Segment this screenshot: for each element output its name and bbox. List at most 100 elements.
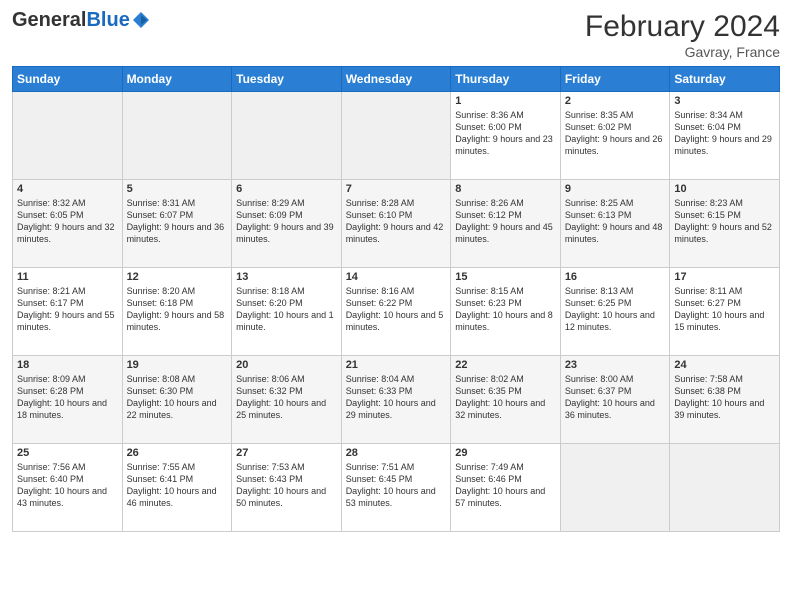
week-row-3: 18Sunrise: 8:09 AM Sunset: 6:28 PM Dayli…	[13, 356, 780, 444]
calendar-cell: 20 Sunrise: 8:06 AM Sunset: 6:32 PM Dayli…	[232, 356, 342, 444]
calendar-cell: 29 Sunrise: 7:49 AM Sunset: 6:46 PM Dayli…	[451, 444, 561, 532]
day-number: 19	[127, 359, 228, 371]
day-number: 23	[565, 359, 666, 371]
calendar-cell: 8 Sunrise: 8:26 AM Sunset: 6:12 PM Daylig…	[451, 180, 561, 268]
day-number: 6	[236, 183, 337, 195]
calendar-cell: 4 Sunrise: 8:32 AM Sunset: 6:05 PM Daylig…	[13, 180, 123, 268]
day-number: 4	[17, 183, 118, 195]
day-number: 3	[674, 95, 775, 107]
week-row-0: 1Sunrise: 8:36 AM Sunset: 6:00 PM Daylig…	[13, 92, 780, 180]
day-number: 11	[17, 271, 118, 283]
day-number: 27	[236, 447, 337, 459]
col-wednesday: Wednesday	[341, 67, 451, 92]
logo-text: GeneralBlue	[12, 10, 130, 30]
day-info: Sunrise: 7:51 AM Sunset: 6:45 PM Dayligh…	[346, 461, 447, 510]
day-info: Sunrise: 8:21 AM Sunset: 6:17 PM Dayligh…	[17, 285, 118, 334]
day-info: Sunrise: 8:29 AM Sunset: 6:09 PM Dayligh…	[236, 197, 337, 246]
calendar-cell: 14Sunrise: 8:16 AM Sunset: 6:22 PM Dayli…	[341, 268, 451, 356]
main-title: February 2024	[585, 10, 780, 44]
day-info: Sunrise: 8:06 AM Sunset: 6:32 PM Dayligh…	[236, 373, 337, 422]
day-info: Sunrise: 8:18 AM Sunset: 6:20 PM Dayligh…	[236, 285, 337, 334]
calendar-cell: 27 Sunrise: 7:53 AM Sunset: 6:43 PM Dayli…	[232, 444, 342, 532]
calendar-cell	[122, 92, 232, 180]
col-saturday: Saturday	[670, 67, 780, 92]
title-block: February 2024 Gavray, France	[585, 10, 780, 60]
calendar-cell: 7Sunrise: 8:28 AM Sunset: 6:10 PM Daylig…	[341, 180, 451, 268]
day-number: 21	[346, 359, 447, 371]
calendar-cell: 10Sunrise: 8:23 AM Sunset: 6:15 PM Dayli…	[670, 180, 780, 268]
week-row-4: 25 Sunrise: 7:56 AM Sunset: 6:40 PM Dayli…	[13, 444, 780, 532]
day-number: 7	[346, 183, 447, 195]
day-number: 2	[565, 95, 666, 107]
header-row: Sunday Monday Tuesday Wednesday Thursday…	[13, 67, 780, 92]
day-number: 28	[346, 447, 447, 459]
calendar-cell: 28 Sunrise: 7:51 AM Sunset: 6:45 PM Dayli…	[341, 444, 451, 532]
day-number: 16	[565, 271, 666, 283]
col-thursday: Thursday	[451, 67, 561, 92]
calendar-cell	[13, 92, 123, 180]
day-number: 17	[674, 271, 775, 283]
week-row-1: 4 Sunrise: 8:32 AM Sunset: 6:05 PM Daylig…	[13, 180, 780, 268]
calendar-cell: 12Sunrise: 8:20 AM Sunset: 6:18 PM Dayli…	[122, 268, 232, 356]
calendar-cell: 17 Sunrise: 8:11 AM Sunset: 6:27 PM Dayli…	[670, 268, 780, 356]
day-info: Sunrise: 7:53 AM Sunset: 6:43 PM Dayligh…	[236, 461, 337, 510]
day-info: Sunrise: 8:26 AM Sunset: 6:12 PM Dayligh…	[455, 197, 556, 246]
header: GeneralBlue February 2024 Gavray, France	[12, 10, 780, 60]
day-info: Sunrise: 8:35 AM Sunset: 6:02 PM Dayligh…	[565, 109, 666, 158]
day-info: Sunrise: 7:55 AM Sunset: 6:41 PM Dayligh…	[127, 461, 228, 510]
day-info: Sunrise: 8:13 AM Sunset: 6:25 PM Dayligh…	[565, 285, 666, 334]
calendar-cell: 22 Sunrise: 8:02 AM Sunset: 6:35 PM Dayli…	[451, 356, 561, 444]
day-info: Sunrise: 8:11 AM Sunset: 6:27 PM Dayligh…	[674, 285, 775, 334]
calendar-cell: 13Sunrise: 8:18 AM Sunset: 6:20 PM Dayli…	[232, 268, 342, 356]
logo-icon	[132, 11, 150, 29]
week-row-2: 11 Sunrise: 8:21 AM Sunset: 6:17 PM Dayli…	[13, 268, 780, 356]
day-number: 25	[17, 447, 118, 459]
day-info: Sunrise: 8:15 AM Sunset: 6:23 PM Dayligh…	[455, 285, 556, 334]
day-info: Sunrise: 7:58 AM Sunset: 6:38 PM Dayligh…	[674, 373, 775, 422]
calendar-cell: 15 Sunrise: 8:15 AM Sunset: 6:23 PM Dayli…	[451, 268, 561, 356]
calendar-cell: 11 Sunrise: 8:21 AM Sunset: 6:17 PM Dayli…	[13, 268, 123, 356]
subtitle: Gavray, France	[585, 44, 780, 60]
day-info: Sunrise: 8:04 AM Sunset: 6:33 PM Dayligh…	[346, 373, 447, 422]
calendar-cell	[341, 92, 451, 180]
calendar-cell	[670, 444, 780, 532]
calendar-cell	[560, 444, 670, 532]
day-number: 15	[455, 271, 556, 283]
day-number: 24	[674, 359, 775, 371]
day-number: 26	[127, 447, 228, 459]
day-info: Sunrise: 8:25 AM Sunset: 6:13 PM Dayligh…	[565, 197, 666, 246]
logo-general: General	[12, 9, 86, 31]
page: GeneralBlue February 2024 Gavray, France…	[0, 0, 792, 612]
calendar-cell	[232, 92, 342, 180]
calendar-cell: 6 Sunrise: 8:29 AM Sunset: 6:09 PM Daylig…	[232, 180, 342, 268]
day-info: Sunrise: 8:02 AM Sunset: 6:35 PM Dayligh…	[455, 373, 556, 422]
calendar-cell: 1Sunrise: 8:36 AM Sunset: 6:00 PM Daylig…	[451, 92, 561, 180]
calendar-cell: 2 Sunrise: 8:35 AM Sunset: 6:02 PM Daylig…	[560, 92, 670, 180]
col-friday: Friday	[560, 67, 670, 92]
logo: GeneralBlue	[12, 10, 150, 30]
calendar-cell: 25 Sunrise: 7:56 AM Sunset: 6:40 PM Dayli…	[13, 444, 123, 532]
day-info: Sunrise: 8:34 AM Sunset: 6:04 PM Dayligh…	[674, 109, 775, 158]
day-number: 29	[455, 447, 556, 459]
calendar-table: Sunday Monday Tuesday Wednesday Thursday…	[12, 66, 780, 532]
day-info: Sunrise: 8:08 AM Sunset: 6:30 PM Dayligh…	[127, 373, 228, 422]
day-info: Sunrise: 7:56 AM Sunset: 6:40 PM Dayligh…	[17, 461, 118, 510]
calendar-cell: 26 Sunrise: 7:55 AM Sunset: 6:41 PM Dayli…	[122, 444, 232, 532]
day-number: 20	[236, 359, 337, 371]
day-info: Sunrise: 8:00 AM Sunset: 6:37 PM Dayligh…	[565, 373, 666, 422]
calendar-cell: 3 Sunrise: 8:34 AM Sunset: 6:04 PM Daylig…	[670, 92, 780, 180]
day-number: 8	[455, 183, 556, 195]
day-info: Sunrise: 8:32 AM Sunset: 6:05 PM Dayligh…	[17, 197, 118, 246]
day-number: 18	[17, 359, 118, 371]
calendar-cell: 23 Sunrise: 8:00 AM Sunset: 6:37 PM Dayli…	[560, 356, 670, 444]
day-info: Sunrise: 8:16 AM Sunset: 6:22 PM Dayligh…	[346, 285, 447, 334]
day-number: 1	[455, 95, 556, 107]
calendar-cell: 9Sunrise: 8:25 AM Sunset: 6:13 PM Daylig…	[560, 180, 670, 268]
day-number: 5	[127, 183, 228, 195]
logo-blue: Blue	[86, 9, 129, 31]
col-monday: Monday	[122, 67, 232, 92]
calendar-cell: 24 Sunrise: 7:58 AM Sunset: 6:38 PM Dayli…	[670, 356, 780, 444]
day-number: 22	[455, 359, 556, 371]
day-info: Sunrise: 8:20 AM Sunset: 6:18 PM Dayligh…	[127, 285, 228, 334]
day-info: Sunrise: 7:49 AM Sunset: 6:46 PM Dayligh…	[455, 461, 556, 510]
